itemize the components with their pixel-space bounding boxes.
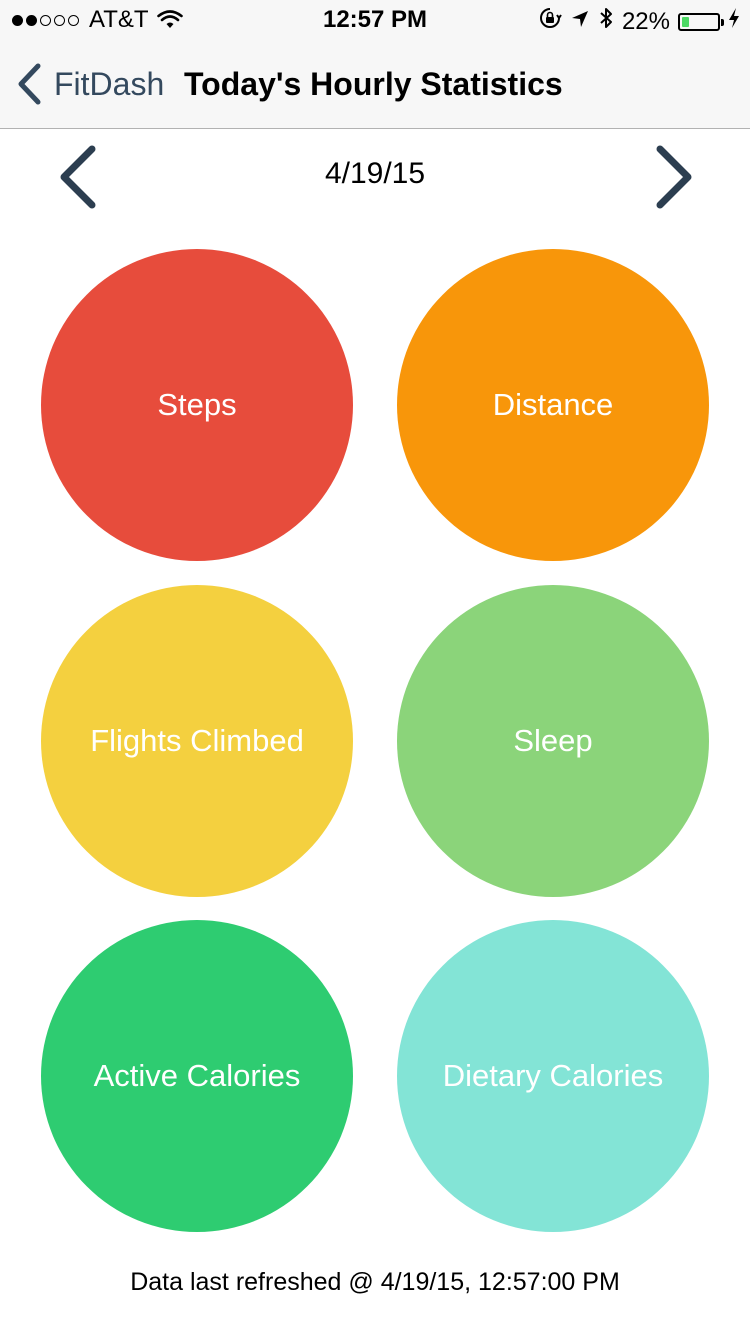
chevron-right-icon [656,145,692,209]
battery-fill [682,16,690,27]
status-right: 22% [538,6,740,37]
battery-cap [721,18,724,26]
steps-button[interactable]: Steps [41,249,353,561]
navigation-bar: FitDash Today's Hourly Statistics [0,40,750,129]
battery-icon [678,12,724,31]
charging-bolt-icon [728,7,740,36]
next-day-button[interactable] [642,139,702,219]
steps-label: Steps [157,387,237,422]
date-navigator: 4/19/15 [0,129,750,229]
dietary-calories-label: Dietary Calories [442,1058,664,1093]
current-date: 4/19/15 [324,157,426,190]
dietary-calories-button[interactable]: Dietary Calories [397,920,709,1232]
chevron-left-icon [18,63,41,105]
sleep-button[interactable]: Sleep [397,585,709,897]
back-button[interactable]: FitDash [16,40,164,128]
location-arrow-icon [570,8,590,36]
back-button-label: FitDash [54,65,165,102]
flights-climbed-label: Flights Climbed [90,723,304,758]
sleep-label: Sleep [513,723,593,758]
last-refreshed-text: Data last refreshed @ 4/19/15, 12:57:00 … [130,1268,620,1296]
active-calories-label: Active Calories [93,1058,301,1093]
battery-percent: 22% [621,7,670,35]
status-bar: AT&T 12:57 PM 22% [0,0,750,40]
active-calories-button[interactable]: Active Calories [41,920,353,1232]
orientation-lock-icon [538,6,562,37]
screen: AT&T 12:57 PM 22% FitDash Today's Hourly… [0,0,750,1334]
bluetooth-icon [598,6,614,37]
distance-button[interactable]: Distance [397,249,709,561]
distance-label: Distance [492,387,614,422]
page-title: Today's Hourly Statistics [184,66,563,102]
flights-climbed-button[interactable]: Flights Climbed [41,585,353,897]
